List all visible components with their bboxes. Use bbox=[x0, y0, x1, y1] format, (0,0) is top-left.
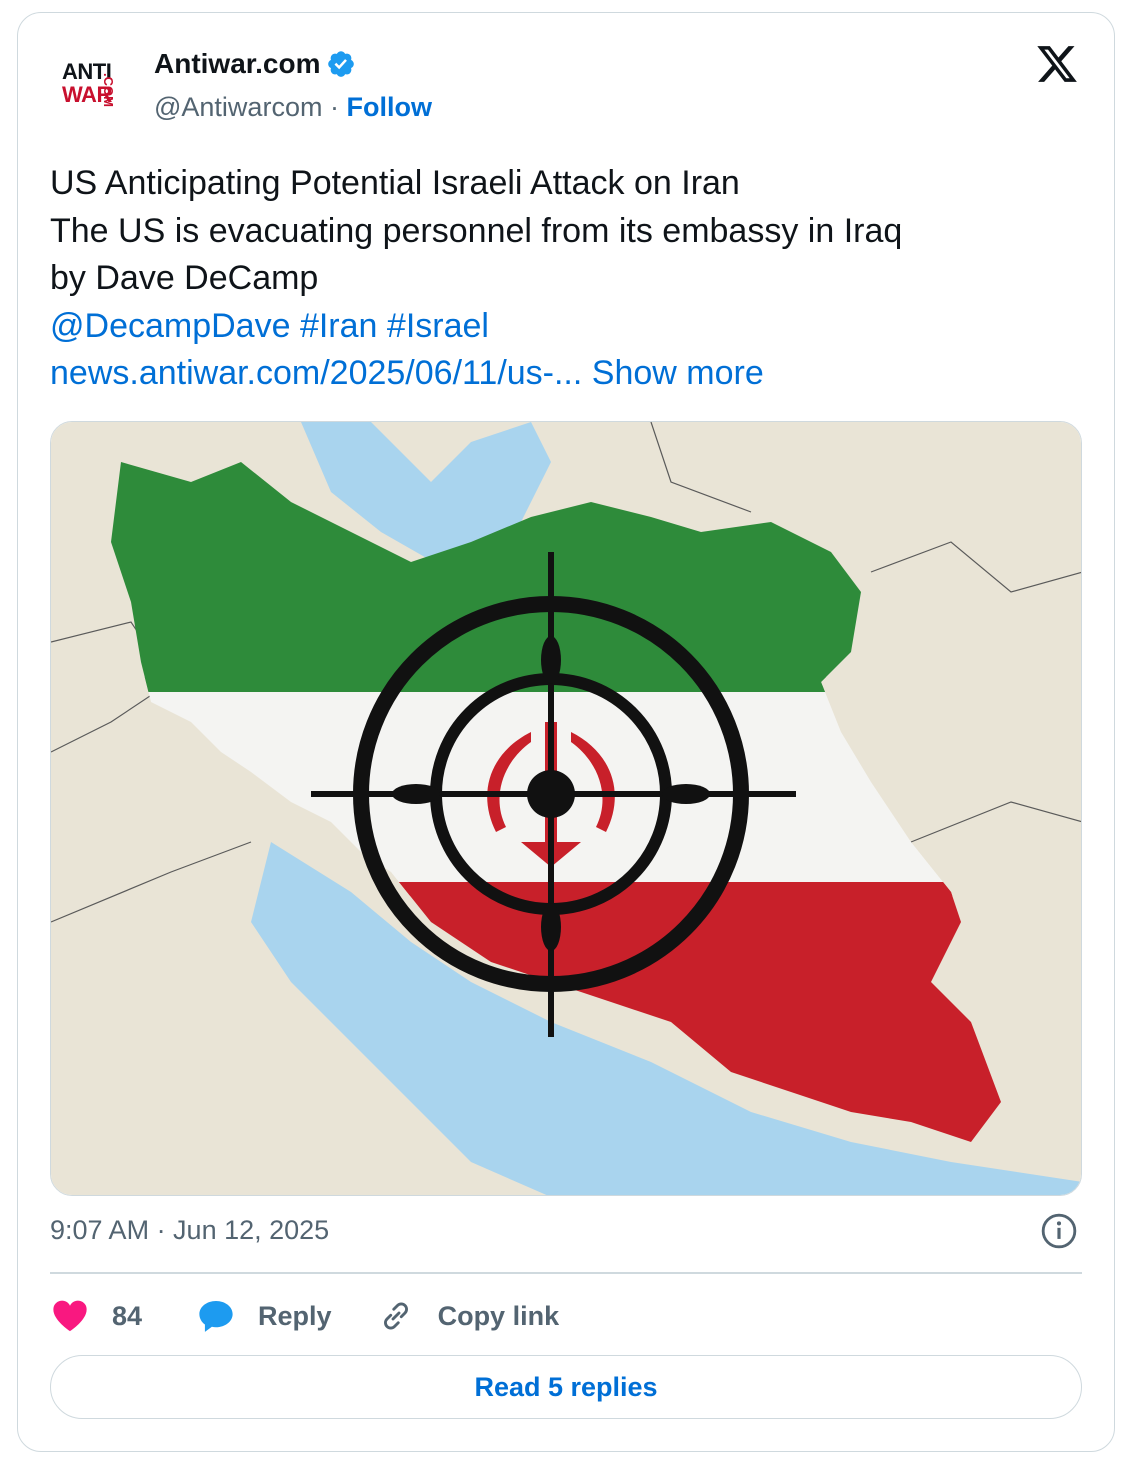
handle-separator: · bbox=[329, 92, 339, 122]
copy-link-button[interactable]: Copy link bbox=[378, 1298, 560, 1334]
tweet-line-1: US Anticipating Potential Israeli Attack… bbox=[50, 164, 740, 202]
info-icon[interactable] bbox=[1040, 1212, 1078, 1250]
x-logo-icon[interactable] bbox=[1033, 42, 1081, 86]
reply-button[interactable]: Reply bbox=[196, 1297, 332, 1335]
tweet-text: US Anticipating Potential Israeli Attack… bbox=[50, 160, 902, 398]
tweet-url-line: news.antiwar.com/2025/06/11/us-... Show … bbox=[50, 350, 902, 398]
action-bar: 84 Reply Copy link bbox=[50, 1294, 559, 1338]
copy-link-label: Copy link bbox=[437, 1300, 560, 1331]
like-count: 84 bbox=[112, 1300, 143, 1331]
logo-com-text: .COM bbox=[101, 73, 116, 107]
read-replies-button[interactable]: Read 5 replies bbox=[50, 1355, 1082, 1419]
tweet-tags-line: @DecampDave #Iran #Israel bbox=[50, 303, 902, 351]
verified-icon bbox=[328, 51, 355, 77]
divider bbox=[50, 1272, 1082, 1274]
mention-link[interactable]: @DecampDave bbox=[50, 307, 291, 345]
tweet-line-2: The US is evacuating personnel from its … bbox=[50, 211, 903, 250]
hashtag-israel[interactable]: #Israel bbox=[387, 307, 489, 345]
iran-crosshair-map-image bbox=[51, 422, 1081, 1195]
heart-icon bbox=[53, 1300, 87, 1332]
link-icon bbox=[383, 1302, 408, 1330]
antiwar-logo[interactable]: ANTI WAR .COM bbox=[44, 49, 138, 113]
handle-row: @Antiwarcom · Follow bbox=[154, 92, 432, 123]
reply-label: Reply bbox=[258, 1300, 332, 1331]
article-link[interactable]: news.antiwar.com/2025/06/11/us-... bbox=[50, 354, 582, 392]
tweet-line-3: by Dave DeCamp bbox=[50, 259, 319, 297]
tweet-timestamp[interactable]: 9:07 AM · Jun 12, 2025 bbox=[50, 1215, 329, 1246]
tweet-image[interactable] bbox=[50, 421, 1082, 1196]
reply-bubble-icon bbox=[199, 1300, 233, 1332]
show-more-link[interactable]: Show more bbox=[592, 354, 764, 392]
hashtag-iran[interactable]: #Iran bbox=[300, 307, 378, 345]
follow-button[interactable]: Follow bbox=[346, 92, 431, 122]
account-name[interactable]: Antiwar.com bbox=[154, 48, 320, 80]
account-name-row[interactable]: Antiwar.com bbox=[154, 48, 356, 80]
like-button[interactable]: 84 bbox=[50, 1297, 142, 1335]
account-handle[interactable]: @Antiwarcom bbox=[154, 92, 322, 122]
